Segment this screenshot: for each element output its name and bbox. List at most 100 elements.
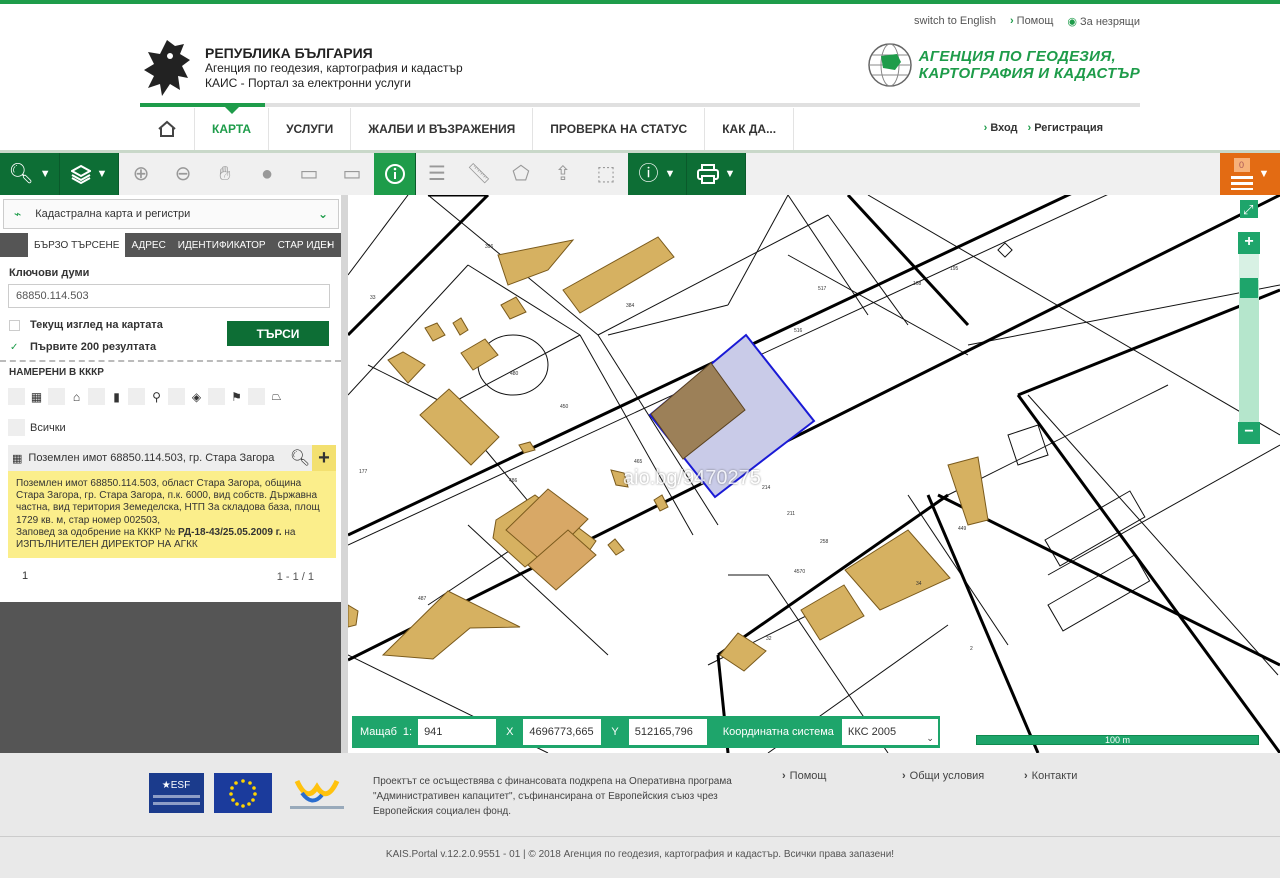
all-checkbox[interactable]: Всички xyxy=(8,419,66,436)
zoom-in-button[interactable]: ⊕ xyxy=(120,153,162,195)
hand-icon: ✋︎ xyxy=(219,163,231,185)
add-to-basket-button[interactable]: + xyxy=(312,445,336,471)
panel-splitter[interactable] xyxy=(341,195,348,753)
accessibility-link[interactable]: ◉ За незрящи xyxy=(1067,15,1140,28)
footer-help-link[interactable]: › Помощ xyxy=(782,770,902,782)
ruler-icon: 📏︎ xyxy=(466,163,492,185)
svg-text:34: 34 xyxy=(916,581,922,587)
zoom-handle[interactable] xyxy=(1240,278,1258,298)
coordinates-bar: Мащаб 1: 941 X 4696773,665 Y 512165,796 … xyxy=(352,716,940,748)
nav-complaints[interactable]: ЖАЛБИ И ВЪЗРАЖЕНИЯ xyxy=(351,108,534,150)
zoom-box-out-button[interactable]: ▭ xyxy=(330,153,374,195)
parcel-grid-icon: ▦ xyxy=(30,389,43,404)
search-tabs: БЪРЗО ТЪРСЕНЕ АДРЕС ИДЕНТИФИКАТОР СТАР И… xyxy=(0,233,341,257)
svg-text:517: 517 xyxy=(818,286,827,292)
zoom-to-result-button[interactable]: 🔍︎ xyxy=(288,445,312,471)
print-tool-button[interactable]: ▼ xyxy=(687,153,746,195)
footer-terms-link[interactable]: › Общи условия xyxy=(902,770,1024,782)
zoom-out-button[interactable]: ⊖ xyxy=(162,153,204,195)
upload-button[interactable]: ⇪ xyxy=(542,153,584,195)
svg-text:★ESF: ★ESF xyxy=(162,780,190,791)
x-coordinate-input[interactable]: 4696773,665 xyxy=(523,719,602,745)
upload-icon: ⇪ xyxy=(554,163,572,185)
scale-input[interactable]: 941 xyxy=(418,719,497,745)
footer-logos: ★ESF xyxy=(149,773,352,813)
switch-language-link[interactable]: switch to English xyxy=(914,15,996,28)
search-button[interactable]: ТЪРСИ xyxy=(227,321,329,346)
portal-logo[interactable]: РЕПУБЛИКА БЪЛГАРИЯ Агенция по геодезия, … xyxy=(140,38,463,100)
nav-howto[interactable]: КАК ДА... xyxy=(705,108,795,150)
login-link[interactable]: › Вход xyxy=(984,122,1018,134)
zoom-slider[interactable]: + − xyxy=(1238,232,1262,444)
filter-checkbox[interactable] xyxy=(208,388,225,405)
pan-button[interactable]: ✋︎ xyxy=(204,153,246,195)
zoom-plus-button[interactable]: + xyxy=(1238,232,1260,254)
chevron-down-icon: ⌄ xyxy=(926,733,934,743)
zoom-in-icon: ⊕ xyxy=(132,163,150,185)
nav-status-check[interactable]: ПРОВЕРКА НА СТАТУС xyxy=(533,108,706,150)
esf-logo-icon: ★ESF xyxy=(149,773,204,813)
chevron-right-icon: › xyxy=(902,770,906,782)
panel-empty-area xyxy=(0,602,341,753)
home-button[interactable] xyxy=(140,108,195,150)
layer-info-tool-button[interactable]: ⓘ ▼ xyxy=(628,153,687,195)
chevron-down-icon: ⌄ xyxy=(317,207,328,221)
home-icon xyxy=(158,120,176,137)
cadastral-map[interactable]: 396 33 384 516 517 168 195 480 450 465 486 177 2… xyxy=(348,195,1280,753)
first-200-checkbox[interactable]: ✓ Първите 200 резултата xyxy=(9,341,156,353)
tab-identifier[interactable]: ИДЕНТИФИКАТОР xyxy=(172,233,272,257)
svg-text:449: 449 xyxy=(958,526,967,532)
result-item-header[interactable]: ▦ Поземлен имот 68850.114.503, гр. Стара… xyxy=(8,445,336,471)
select-area-button[interactable]: ⬚ xyxy=(584,153,628,195)
svg-text:487: 487 xyxy=(418,596,427,602)
footer-contacts-link[interactable]: › Контакти xyxy=(1024,770,1077,782)
info-icon xyxy=(384,164,405,184)
chevron-down-icon: ▼ xyxy=(39,168,51,180)
filter-checkbox[interactable] xyxy=(248,388,265,405)
zoom-box-in-button[interactable]: ▭ xyxy=(288,153,330,195)
legend-button[interactable]: ☰ xyxy=(416,153,458,195)
agency-logo[interactable]: АГЕНЦИЯ ПО ГЕОДЕЗИЯ, КАРТОГРАФИЯ И КАДАС… xyxy=(867,42,1140,88)
scale-bar: 100 m xyxy=(976,735,1259,745)
measure-area-button[interactable]: ⬠ xyxy=(500,153,542,195)
printer-icon xyxy=(696,164,719,184)
svg-text:486: 486 xyxy=(509,478,518,484)
filter-checkbox[interactable] xyxy=(168,388,185,405)
tab-quick-search[interactable]: БЪРЗО ТЪРСЕНЕ xyxy=(28,233,126,257)
measure-distance-button[interactable]: 📏︎ xyxy=(458,153,500,195)
current-view-checkbox[interactable]: Текущ изглед на картата xyxy=(9,319,163,331)
zoom-minus-button[interactable]: − xyxy=(1238,422,1260,444)
info-tool-button[interactable] xyxy=(374,153,416,195)
basket-button[interactable]: 0 ▼ xyxy=(1220,153,1280,195)
y-coordinate-input[interactable]: 512165,796 xyxy=(628,719,707,745)
footer-divider xyxy=(0,836,1280,837)
filter-checkbox[interactable] xyxy=(8,388,25,405)
tab-address[interactable]: АДРЕС xyxy=(125,233,171,257)
utility-links: switch to English › Помощ ◉ За незрящи xyxy=(914,15,1140,28)
svg-text:258: 258 xyxy=(820,539,829,545)
keywords-input[interactable]: 68850.114.503 xyxy=(8,284,330,308)
layer-select[interactable]: ⌁ Кадастрална карта и регистри ⌄ xyxy=(3,199,339,229)
location-pin-icon: ⚲ xyxy=(152,389,161,404)
filter-checkbox[interactable] xyxy=(48,388,65,405)
search-tool-button[interactable]: 🔍︎ ▼ xyxy=(0,153,60,195)
tabs-next-icon[interactable]: › xyxy=(327,237,331,251)
globe-icon: ● xyxy=(260,163,274,185)
full-extent-button[interactable]: ● xyxy=(246,153,288,195)
svg-text:2: 2 xyxy=(970,646,973,652)
nav-services[interactable]: УСЛУГИ xyxy=(269,108,352,150)
layers-tool-button[interactable]: ▼ xyxy=(60,153,119,195)
crs-select[interactable]: ККС 2005 ⌄ xyxy=(841,719,938,745)
globe-logo-icon xyxy=(868,43,912,87)
area-icon: ⏢ xyxy=(271,389,282,403)
polygon-icon: ⬠ xyxy=(512,163,530,185)
page-number[interactable]: 1 xyxy=(22,570,28,582)
svg-text:168: 168 xyxy=(913,281,922,287)
filter-checkbox[interactable] xyxy=(128,388,145,405)
nav-map[interactable]: КАРТА xyxy=(195,107,270,150)
help-link[interactable]: › Помощ xyxy=(1010,15,1053,28)
svg-text:465: 465 xyxy=(634,459,643,465)
list-icon: 0 xyxy=(1230,158,1253,190)
register-link[interactable]: › Регистрация xyxy=(1028,122,1103,134)
filter-checkbox[interactable] xyxy=(88,388,105,405)
